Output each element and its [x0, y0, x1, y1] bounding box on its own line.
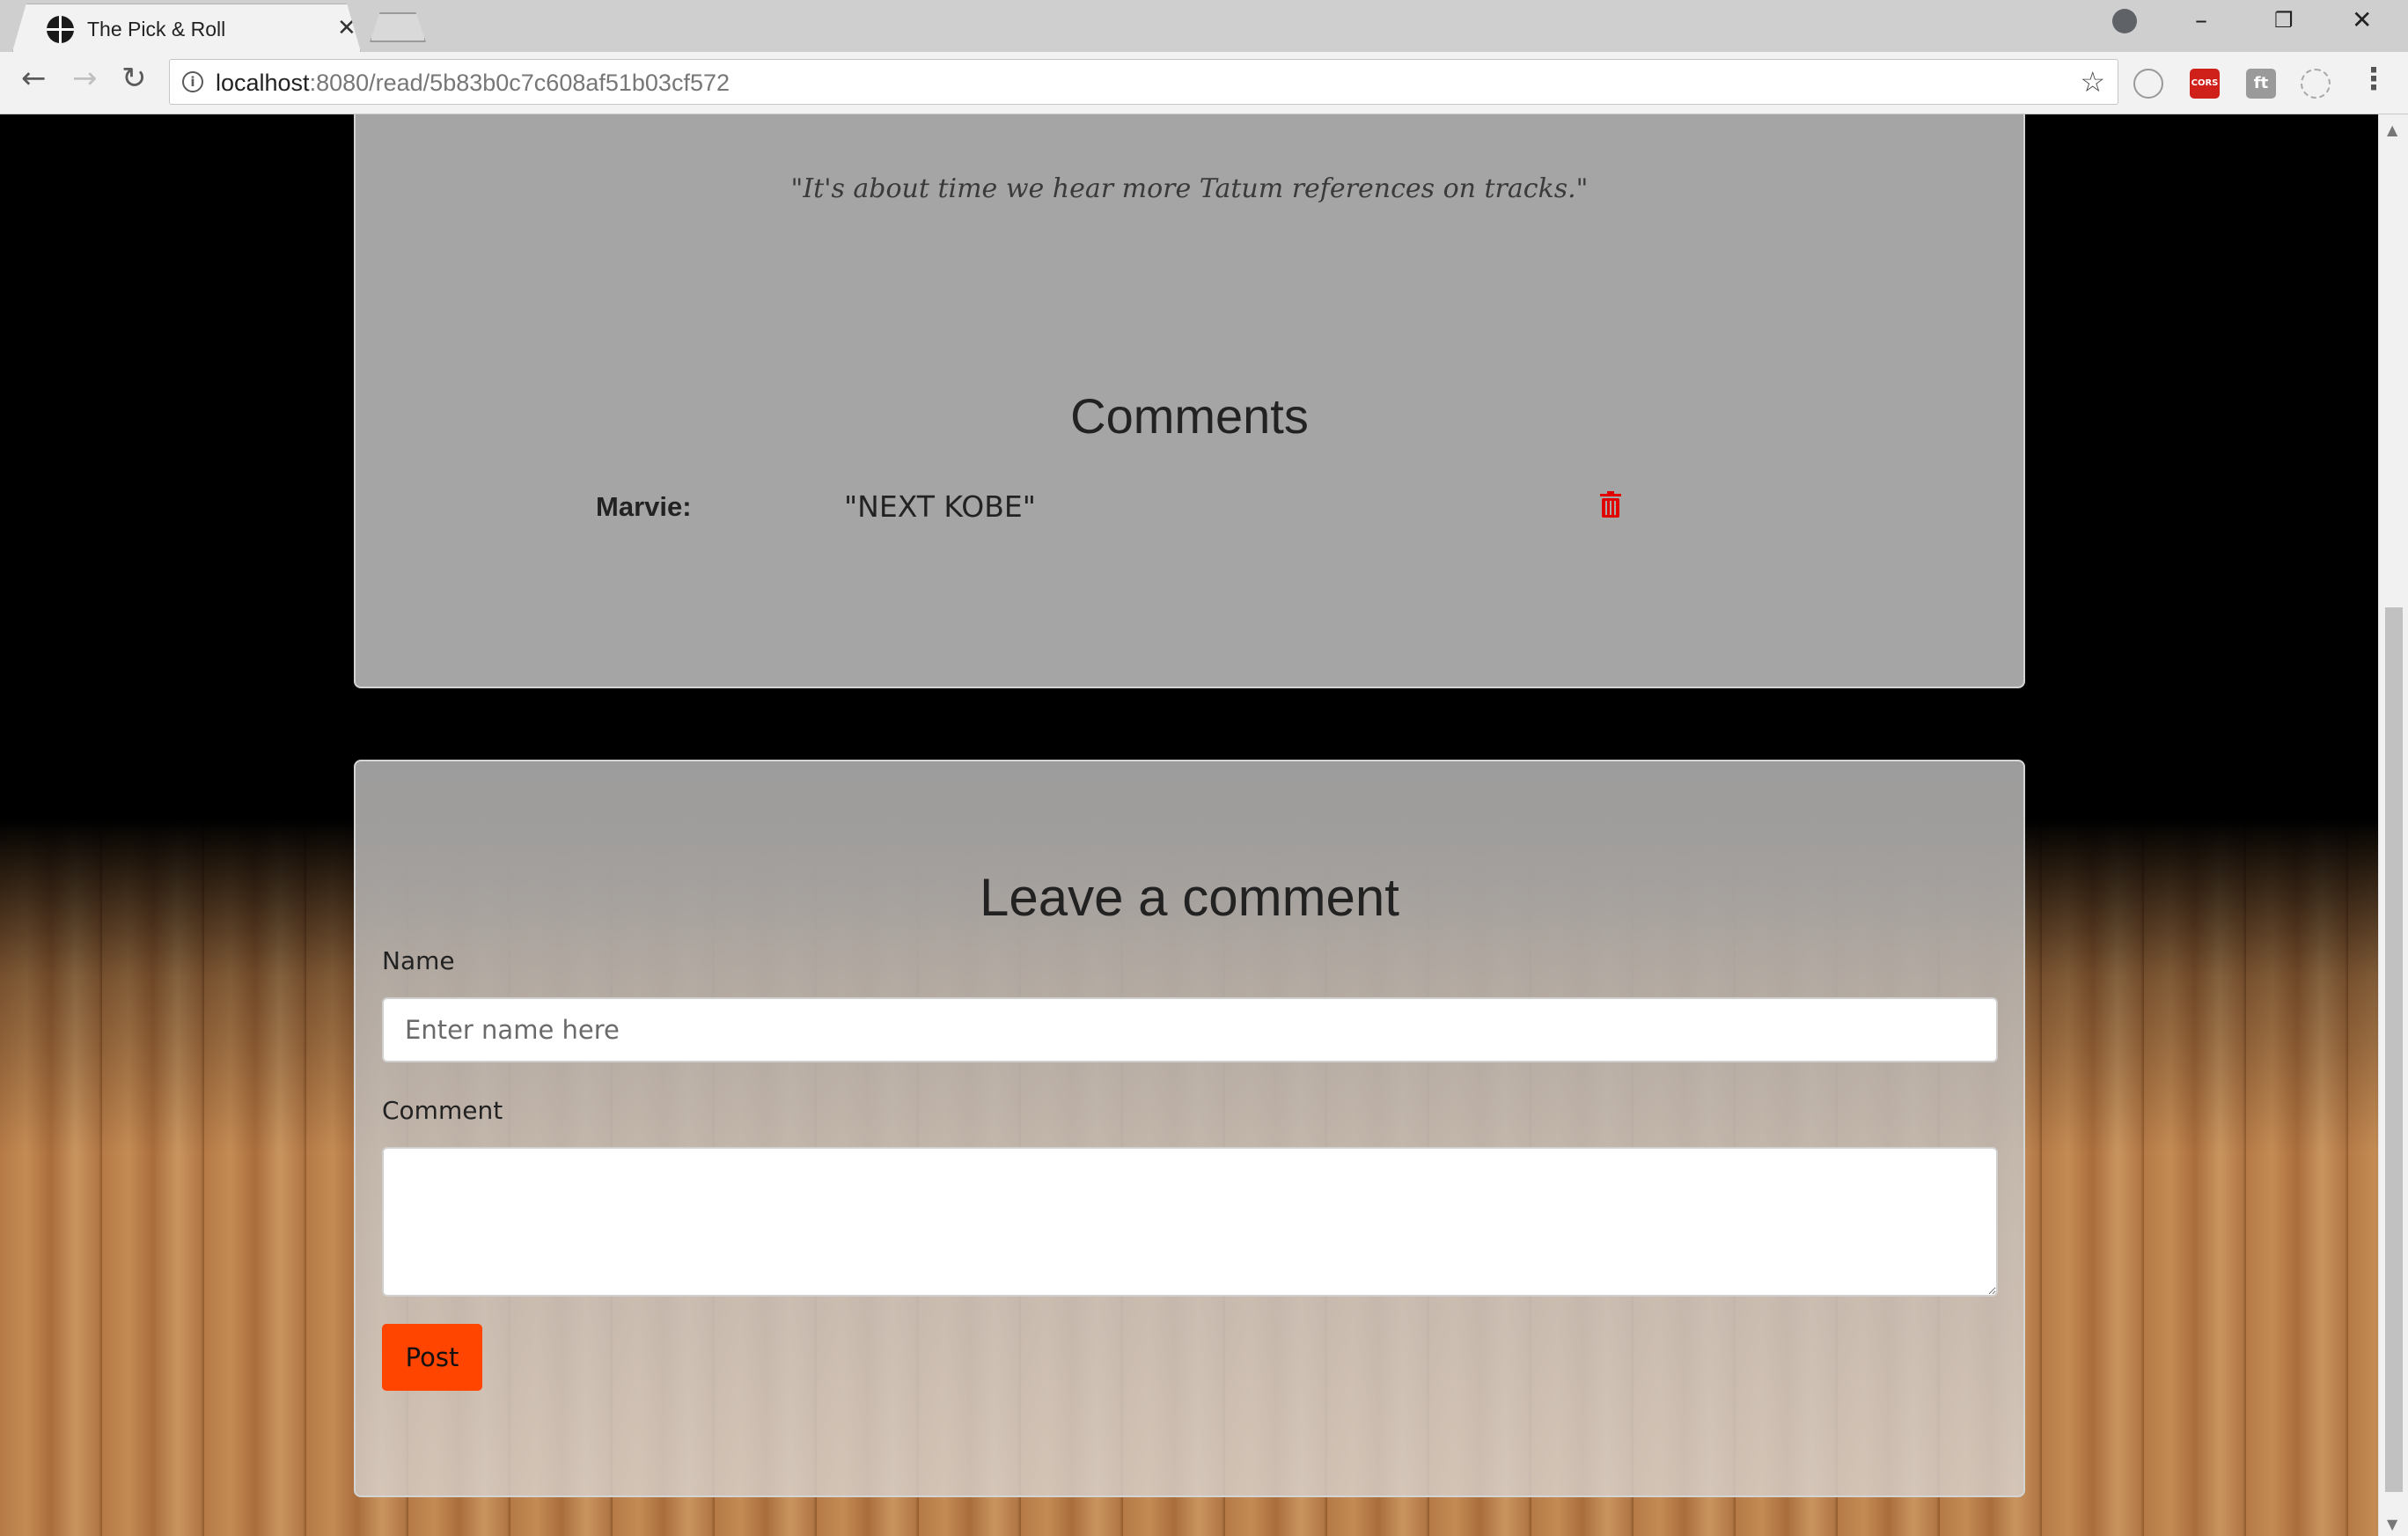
scroll-thumb[interactable]: [2385, 607, 2403, 1492]
reload-icon[interactable]: ↻: [121, 61, 147, 96]
basketball-icon: [47, 16, 74, 43]
post-button[interactable]: Post: [382, 1324, 482, 1391]
forward-icon[interactable]: →: [72, 61, 98, 96]
close-window-icon[interactable]: ✕: [2352, 5, 2372, 34]
comment-author: Marvie:: [596, 491, 692, 522]
scroll-down-icon[interactable]: ▼: [2387, 1516, 2397, 1532]
browser-toolbar: ← → ↻ i localhost:8080/read/5b83b0c7c608…: [0, 52, 2408, 114]
browser-chrome: The Pick & Roll ✕ – ❐ ✕ ← → ↻ i localhos…: [0, 0, 2408, 114]
back-icon[interactable]: ←: [21, 61, 47, 96]
comment-text: "NEXT KOBE": [844, 489, 1036, 524]
close-tab-icon[interactable]: ✕: [337, 15, 356, 41]
article-card: "It's about time we hear more Tatum refe…: [354, 114, 2025, 688]
name-label: Name: [382, 946, 455, 975]
comment-label: Comment: [382, 1096, 503, 1125]
tab-strip: The Pick & Roll ✕ – ❐ ✕: [0, 0, 2408, 52]
new-tab-button[interactable]: [370, 12, 426, 42]
address-bar[interactable]: i localhost:8080/read/5b83b0c7c608af51b0…: [169, 59, 2118, 105]
font-extension-icon[interactable]: ft: [2246, 69, 2276, 99]
url-text: localhost:8080/read/5b83b0c7c608af51b03c…: [216, 70, 730, 97]
trash-icon[interactable]: [1600, 491, 1621, 518]
cors-extension-icon[interactable]: CORS: [2190, 69, 2220, 99]
scroll-up-icon[interactable]: ▲: [2387, 121, 2397, 138]
page-scrollbar[interactable]: ▲ ▼: [2378, 114, 2408, 1536]
comment-textarea[interactable]: [382, 1147, 1998, 1297]
bookmark-star-icon[interactable]: ☆: [2080, 65, 2105, 99]
extension-icon[interactable]: [2133, 69, 2163, 99]
url-host: localhost: [216, 70, 310, 96]
comments-heading: Comments: [1070, 388, 1309, 444]
info-icon[interactable]: i: [182, 71, 203, 92]
comment-form-card: Leave a comment Name Comment Post: [354, 760, 2025, 1497]
name-input[interactable]: [382, 997, 1998, 1062]
page-viewport: "It's about time we hear more Tatum refe…: [0, 114, 2378, 1536]
browser-menu-icon[interactable]: ⋮: [2359, 62, 2389, 97]
restore-icon[interactable]: ❐: [2274, 8, 2294, 33]
form-heading: Leave a comment: [980, 868, 1399, 927]
article-quote: "It's about time we hear more Tatum refe…: [790, 173, 1589, 204]
browser-tab[interactable]: The Pick & Roll ✕: [12, 4, 361, 52]
minimize-icon[interactable]: –: [2195, 5, 2207, 34]
react-extension-icon[interactable]: [2301, 69, 2331, 99]
tab-title: The Pick & Roll: [87, 18, 226, 40]
url-path: :8080/read/5b83b0c7c608af51b03cf572: [309, 70, 730, 96]
profile-icon[interactable]: [2112, 9, 2137, 33]
